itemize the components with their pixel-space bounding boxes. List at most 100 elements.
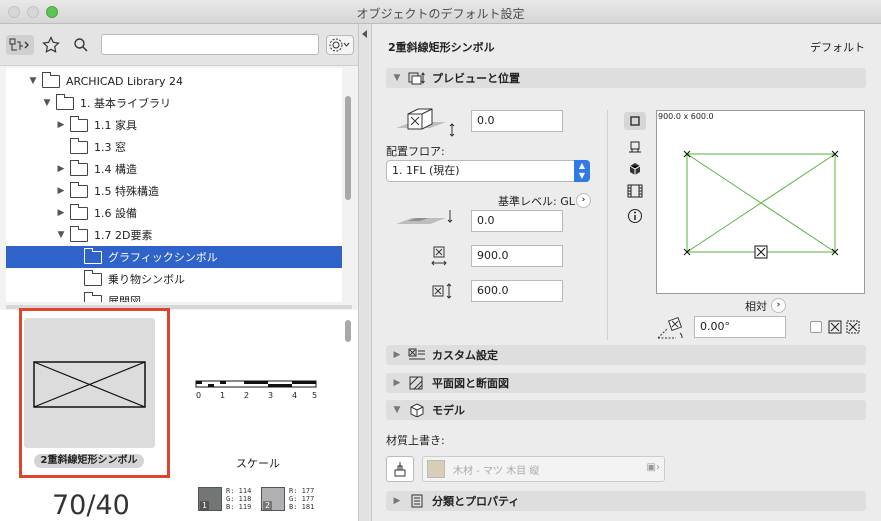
search-icon — [74, 38, 88, 52]
title-bar: オブジェクトのデフォルト設定 — [0, 0, 881, 24]
section-title: プレビューと位置 — [432, 72, 520, 85]
tree-item-label: 展開図 — [108, 295, 141, 302]
tree-item-elevation[interactable]: 展開図 — [6, 290, 342, 302]
tree-item-archicad-library[interactable]: ▼ ARCHICAD Library 24 — [6, 70, 342, 92]
tree-item-structure[interactable]: ▶ 1.4 構造 — [6, 158, 342, 180]
scale-tick-label: 2 — [244, 391, 250, 400]
disclosure-open-icon[interactable]: ▼ — [28, 76, 38, 86]
material-picker-icon[interactable]: ▣› — [647, 462, 660, 473]
folder-icon — [70, 115, 88, 132]
library-browse-button[interactable] — [6, 35, 34, 55]
ref-level-offset-field[interactable]: 0.0 — [471, 210, 563, 232]
favorites-button[interactable] — [40, 35, 62, 55]
material-select[interactable]: 木材 - マツ 木目 縦 ▣› — [422, 456, 665, 482]
search-input[interactable] — [101, 34, 319, 55]
disclosure-open-icon[interactable]: ▼ — [42, 98, 52, 108]
tree-scrollbar[interactable] — [345, 96, 351, 200]
section-classification[interactable]: ▶ 分類とプロパティ — [386, 491, 866, 511]
reference-level-label: 基準レベル: GL — [498, 195, 575, 208]
disclosure-closed-icon[interactable]: ▶ — [56, 120, 66, 130]
preview-scrollbar[interactable] — [345, 320, 351, 342]
pane-divider[interactable] — [358, 24, 372, 521]
tree-item-basic-library[interactable]: ▼ 1. 基本ライブラリ — [6, 92, 342, 114]
folder-icon — [56, 93, 74, 110]
width-field[interactable]: 900.0 — [471, 245, 563, 267]
disclosure-closed-icon: ▶ — [393, 378, 401, 388]
preview-position-icon — [408, 71, 426, 85]
folder-icon — [84, 291, 102, 302]
scale-tick-label: 5 — [312, 391, 318, 400]
film-strip-icon — [627, 184, 643, 198]
material-swatch — [427, 460, 445, 478]
tree-item-window[interactable]: 1.3 窓 — [6, 136, 342, 158]
section-preview-position[interactable]: ▼ プレビューと位置 — [386, 68, 866, 88]
disclosure-open-icon[interactable]: ▼ — [56, 230, 66, 240]
relative-label: 相対 — [745, 300, 767, 313]
thumbnail-object-name: 2重斜線矩形シンボル — [34, 454, 144, 468]
folder-icon — [84, 247, 102, 264]
plan-preview-drawing — [683, 150, 839, 259]
rotation-angle-icon — [657, 316, 683, 339]
elevation-view-icon — [629, 141, 641, 153]
reference-level-button[interactable]: › — [576, 193, 591, 208]
mirror-checkbox[interactable] — [810, 321, 822, 333]
star-icon — [42, 36, 60, 53]
separator — [607, 110, 608, 340]
floor-select[interactable]: 1. 1FL (現在) ▲ ▼ — [386, 160, 590, 182]
plan-view-button[interactable] — [624, 112, 646, 130]
tree-item-label: 1.6 設備 — [94, 207, 137, 220]
elevation-view-button[interactable] — [624, 138, 646, 156]
relative-button[interactable]: › — [771, 298, 786, 313]
width-icon — [431, 246, 447, 266]
swatch-index: 1 — [200, 501, 210, 510]
tree-item-label: 1.5 特殊構造 — [94, 185, 159, 198]
tree-item-2d-elements[interactable]: ▼ 1.7 2D要素 — [6, 224, 342, 246]
tree-item-graphic-symbols[interactable]: グラフィックシンボル — [6, 246, 342, 268]
section-title: モデル — [432, 404, 465, 417]
tree-item-furniture[interactable]: ▶ 1.1 家具 — [6, 114, 342, 136]
elevation-field[interactable]: 0.0 — [471, 110, 563, 132]
settings-object-name: 2重斜線矩形シンボル — [388, 41, 495, 54]
square-icon — [630, 116, 640, 126]
section-custom-settings[interactable]: ▶ カスタム設定 — [386, 345, 866, 365]
3d-view-button[interactable] — [624, 160, 646, 178]
section-view-button[interactable] — [624, 182, 646, 200]
disclosure-closed-icon[interactable]: ▶ — [56, 186, 66, 196]
library-tree: ▼ ARCHICAD Library 24 ▼ 1. 基本ライブラリ ▶ 1.1 家具… — [6, 68, 342, 302]
tree-item-label: ARCHICAD Library 24 — [66, 74, 183, 88]
section-model[interactable]: ▼ モデル — [386, 400, 866, 420]
info-button[interactable] — [624, 207, 646, 225]
tree-item-special-structure[interactable]: ▶ 1.5 特殊構造 — [6, 180, 342, 202]
section-plan-section[interactable]: ▶ 平面図と断面図 — [386, 373, 866, 393]
collapse-arrow-icon[interactable] — [362, 30, 367, 38]
select-arrows-icon[interactable]: ▲ ▼ — [574, 160, 590, 182]
disclosure-closed-icon[interactable]: ▶ — [56, 164, 66, 174]
material-override-toggle[interactable] — [386, 456, 414, 482]
elevation-icon — [396, 108, 455, 137]
object-preview-canvas[interactable] — [656, 110, 865, 294]
tree-item-equipment[interactable]: ▶ 1.6 設備 — [6, 202, 342, 224]
tree-item-label: 乗り物シンボル — [108, 273, 185, 286]
library-settings-button[interactable] — [326, 35, 354, 55]
swatch-rgb: R: 114 G: 118 B: 119 — [226, 487, 252, 511]
document-list-icon — [408, 494, 426, 508]
preview-dimensions: 900.0 x 600.0 — [658, 112, 714, 121]
scale-tick-label: 3 — [268, 391, 274, 400]
disclosure-open-icon: ▼ — [393, 405, 401, 415]
disclosure-closed-icon[interactable]: ▶ — [56, 208, 66, 218]
scale-tick-label: 0 — [196, 391, 202, 400]
depth-field[interactable]: 600.0 — [471, 280, 563, 302]
material-override-label: 材質上書き: — [386, 434, 445, 447]
tree-item-label: 1. 基本ライブラリ — [80, 97, 171, 110]
section-title: 平面図と断面図 — [432, 377, 509, 390]
plan-section-icon — [408, 376, 426, 390]
tree-item-vehicle-symbols[interactable]: 乗り物シンボル — [6, 268, 342, 290]
swatch-index: 2 — [263, 501, 273, 510]
folder-icon — [70, 203, 88, 220]
rotation-angle-field[interactable]: 0.00° — [694, 316, 786, 338]
search-button[interactable] — [70, 35, 92, 55]
floor-value: 1. 1FL (現在) — [392, 164, 460, 177]
disclosure-closed-icon: ▶ — [393, 350, 401, 360]
folder-icon — [70, 137, 88, 154]
tree-item-label: 1.4 構造 — [94, 163, 137, 176]
